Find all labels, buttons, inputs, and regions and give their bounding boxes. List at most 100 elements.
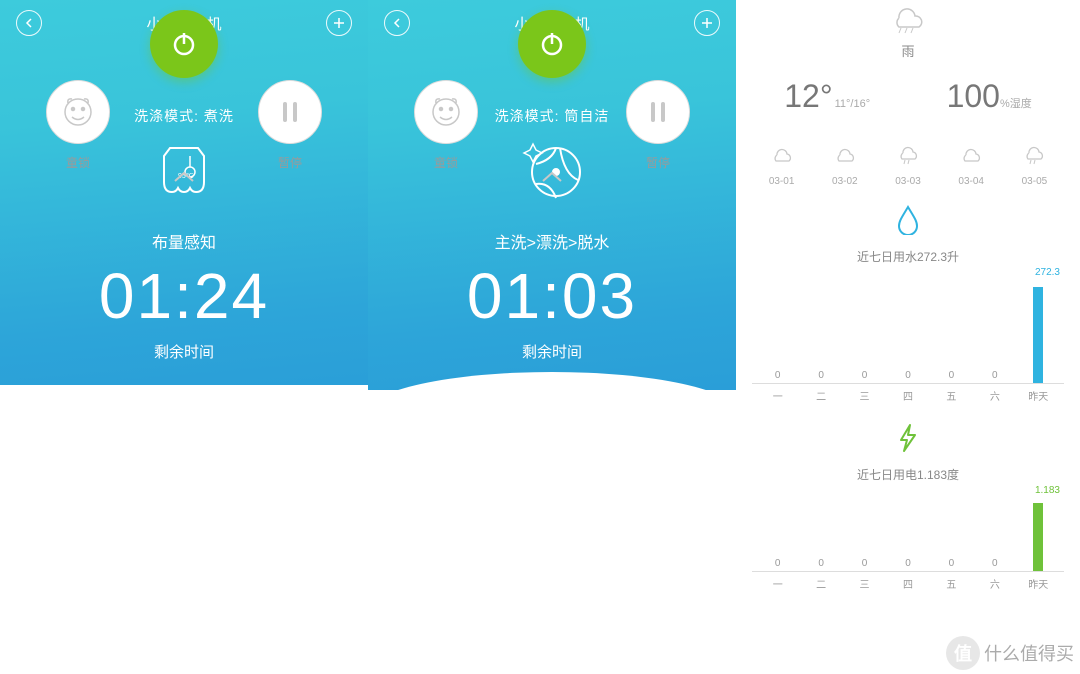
child-lock-button[interactable] (46, 80, 110, 144)
remain-label: 剩余时间 (368, 341, 736, 362)
child-lock-button[interactable] (414, 80, 478, 144)
water-max-label: 272.3 (1035, 267, 1060, 278)
child-lock-label: 童锁 (46, 154, 110, 171)
bar-value: 0 (862, 370, 868, 381)
power-button[interactable] (150, 10, 218, 78)
controls: 童锁 暂停 (368, 80, 736, 230)
forecast-icon (769, 152, 795, 169)
forecast-item: 03-02 (813, 143, 876, 187)
bar-col: 0 (843, 558, 886, 571)
weather-now: 雨 (746, 4, 1070, 60)
remain-label: 剩余时间 (0, 341, 368, 362)
forecast-icon (895, 152, 921, 169)
axis-label: 六 (973, 572, 1016, 591)
bar-col: 0 (973, 558, 1016, 571)
axis-label: 昨天 (1017, 384, 1060, 403)
back-button[interactable] (384, 10, 410, 36)
pause-label: 暂停 (626, 154, 690, 171)
watermark-icon: 值 (946, 636, 980, 670)
forecast-row: 03-0103-0203-0303-0403-05 (746, 143, 1070, 187)
forecast-item: 03-03 (876, 143, 939, 187)
pause-button[interactable] (626, 80, 690, 144)
bar-col: 0 (973, 370, 1016, 383)
washer-panel-2: 小吉洗衣机 洗涤模式: 筒自洁 主洗>漂洗>脱水 01:03 剩余时间 (368, 0, 736, 674)
bar-col: 0 (799, 370, 842, 383)
bar-value: 0 (949, 370, 955, 381)
controls: 童锁 暂停 (0, 80, 368, 230)
power-bolt-icon (746, 423, 1070, 458)
axis-label: 二 (799, 572, 842, 591)
power-max-label: 1.183 (1035, 485, 1060, 496)
axis-label: 昨天 (1017, 572, 1060, 591)
axis-label: 四 (886, 384, 929, 403)
water-title: 近七日用水272.3升 (746, 248, 1070, 265)
rain-icon (887, 21, 929, 38)
bar-value: 0 (775, 370, 781, 381)
washer-panel-1: 小吉洗衣机 洗涤模式: 煮洗 95℃ 布量感知 01:24 剩余时间 (0, 0, 368, 674)
power-button[interactable] (518, 10, 586, 78)
bar-value: 0 (818, 558, 824, 569)
water-chart: 272.3 000000 一二三四五六昨天 (752, 273, 1064, 403)
bar-rect (1033, 287, 1043, 383)
axis-label: 四 (886, 572, 929, 591)
forecast-date: 03-03 (876, 176, 939, 187)
chevron-up-icon[interactable] (173, 170, 195, 188)
add-button[interactable] (694, 10, 720, 36)
forecast-icon (1021, 152, 1047, 169)
axis-label: 五 (930, 572, 973, 591)
watermark: 值 什么值得买 (946, 636, 1074, 670)
bar-rect (1033, 503, 1043, 571)
bar-col: 0 (756, 370, 799, 383)
time-remaining: 01:24 (0, 259, 368, 333)
bar-col (1017, 501, 1060, 571)
forecast-item: 03-05 (1003, 143, 1066, 187)
forecast-date: 03-05 (1003, 176, 1066, 187)
bar-value: 0 (818, 370, 824, 381)
bar-value: 0 (905, 370, 911, 381)
temperature: 12°11°/16° (784, 78, 870, 115)
bar-value: 0 (775, 558, 781, 569)
back-button[interactable] (16, 10, 42, 36)
bar-col: 0 (930, 370, 973, 383)
axis-label: 一 (756, 384, 799, 403)
bar-value: 0 (905, 558, 911, 569)
weather-values: 12°11°/16° 100%湿度 (746, 78, 1070, 115)
axis-label: 二 (799, 384, 842, 403)
status-text: 布量感知 (0, 229, 368, 253)
bar-value: 0 (949, 558, 955, 569)
chevron-up-icon[interactable] (541, 170, 563, 188)
bar-col: 0 (930, 558, 973, 571)
pause-button[interactable] (258, 80, 322, 144)
forecast-item: 03-04 (940, 143, 1003, 187)
forecast-item: 03-01 (750, 143, 813, 187)
wave-divider (0, 385, 368, 674)
axis-label: 三 (843, 572, 886, 591)
bar-col: 0 (886, 370, 929, 383)
water-drop-icon (746, 205, 1070, 240)
forecast-date: 03-02 (813, 176, 876, 187)
humidity: 100%湿度 (947, 78, 1032, 115)
axis-label: 一 (756, 572, 799, 591)
child-lock-label: 童锁 (414, 154, 478, 171)
status-text: 主洗>漂洗>脱水 (368, 229, 736, 253)
bar-col (1017, 285, 1060, 383)
bar-col: 0 (799, 558, 842, 571)
bar-col: 0 (843, 370, 886, 383)
time-remaining: 01:03 (368, 259, 736, 333)
pause-label: 暂停 (258, 154, 322, 171)
power-chart: 1.183 000000 一二三四五六昨天 (752, 491, 1064, 591)
forecast-date: 03-04 (940, 176, 1003, 187)
bar-col: 0 (886, 558, 929, 571)
power-title: 近七日用电1.183度 (746, 466, 1070, 483)
bar-col: 0 (756, 558, 799, 571)
weather-usage-panel: 雨 12°11°/16° 100%湿度 03-0103-0203-0303-04… (736, 0, 1080, 674)
forecast-date: 03-01 (750, 176, 813, 187)
bar-value: 0 (992, 558, 998, 569)
axis-label: 三 (843, 384, 886, 403)
bar-value: 0 (862, 558, 868, 569)
add-button[interactable] (326, 10, 352, 36)
weather-condition: 雨 (746, 41, 1070, 60)
forecast-icon (832, 152, 858, 169)
forecast-icon (958, 152, 984, 169)
bar-value: 0 (992, 370, 998, 381)
